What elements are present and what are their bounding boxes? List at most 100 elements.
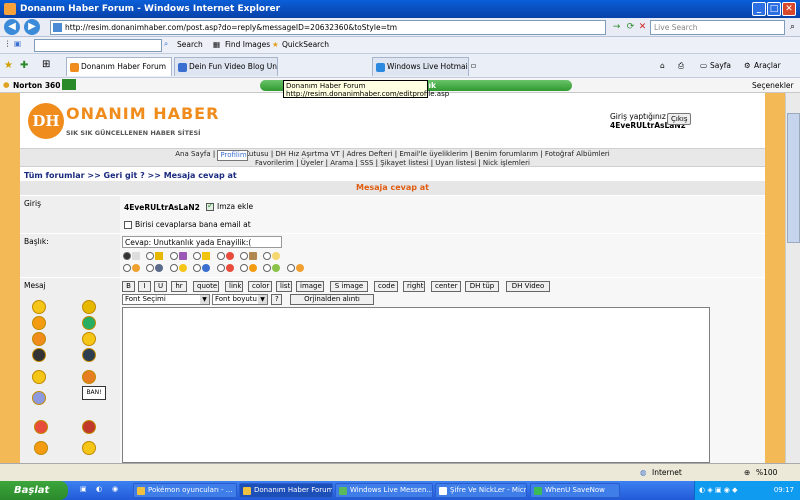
breadcrumb-back[interactable]: >> Geri git ? bbox=[87, 171, 144, 180]
logout-button[interactable]: Çıkış bbox=[667, 113, 692, 125]
back-button[interactable]: ◀ bbox=[4, 19, 20, 35]
smiley-hat-icon[interactable] bbox=[32, 348, 46, 362]
menu-item-oc-db[interactable]: DH Hız Aşırtma VT bbox=[275, 150, 339, 158]
menu-item-members[interactable]: Üyeler bbox=[301, 159, 324, 167]
post-icon-radio[interactable] bbox=[193, 264, 202, 272]
quote-button[interactable]: quote bbox=[193, 281, 219, 292]
post-icon-radio[interactable] bbox=[146, 264, 155, 272]
post-icon-radio[interactable] bbox=[263, 252, 272, 260]
menu-item-complaints[interactable]: Şikayet listesi bbox=[380, 159, 428, 167]
subject-input[interactable]: Cevap: Unutkanlık yada Enayilik:( bbox=[122, 236, 282, 248]
add-favorites-icon[interactable]: ✚ bbox=[20, 60, 28, 71]
quicklaunch-icon[interactable]: ◉ bbox=[112, 485, 118, 493]
post-icon-radio[interactable] bbox=[123, 264, 131, 272]
breadcrumb-all-forums[interactable]: Tüm forumlar bbox=[24, 171, 85, 180]
favorites-star-icon[interactable]: ★ bbox=[4, 60, 13, 71]
site-logo[interactable]: DH ONANIM HABER SIK SIK GÜNCELLENEN HABE… bbox=[28, 99, 218, 143]
post-icon-radio[interactable] bbox=[146, 252, 155, 260]
page-scrollbar[interactable] bbox=[785, 93, 800, 463]
smiley-grin-icon[interactable] bbox=[32, 332, 46, 346]
menu-item-address-book[interactable]: Adres Defteri bbox=[347, 150, 393, 158]
post-icon-radio[interactable] bbox=[239, 252, 248, 260]
font-size-select[interactable]: Font boyutu ▼ bbox=[212, 294, 268, 305]
post-icon-radio[interactable] bbox=[123, 252, 131, 260]
task-whenu[interactable]: WhenU SaveNow bbox=[530, 483, 620, 498]
start-button[interactable]: Başlat bbox=[0, 481, 68, 500]
zoom-level[interactable]: %100 bbox=[756, 468, 777, 477]
notify-option[interactable]: Birisi cevaplarsa bana email at bbox=[124, 220, 251, 229]
dh-video-button[interactable]: DH Video bbox=[506, 281, 550, 292]
forward-button[interactable]: ▶ bbox=[24, 19, 40, 35]
italic-button[interactable]: I bbox=[138, 281, 151, 292]
smiley-happy-icon[interactable] bbox=[32, 300, 46, 314]
post-icon-radio[interactable] bbox=[216, 252, 225, 260]
toolbar-search-button[interactable]: Search bbox=[177, 40, 203, 49]
underline-button[interactable]: U bbox=[154, 281, 167, 292]
task-word[interactable]: Şifre Ve NickLer - Micr... bbox=[435, 483, 527, 498]
tab-hotmail[interactable]: Windows Live Hotmail bbox=[372, 57, 469, 76]
menu-item-faq[interactable]: SSS bbox=[360, 159, 373, 167]
tools-menu[interactable]: Araçlar bbox=[754, 61, 781, 70]
s-image-button[interactable]: S image bbox=[330, 281, 368, 292]
smiley-stars-icon[interactable] bbox=[82, 370, 96, 384]
menu-item-email-subs[interactable]: Email'le üyeliklerim bbox=[399, 150, 468, 158]
link-button[interactable]: link bbox=[225, 281, 243, 292]
task-pokemon[interactable]: Pokémon oyuncuları - ... bbox=[133, 483, 237, 498]
smiley-thumb-icon[interactable] bbox=[32, 370, 46, 384]
post-icon-radio[interactable] bbox=[239, 264, 248, 272]
minimize-button[interactable]: _ bbox=[752, 2, 766, 16]
post-icon-radio[interactable] bbox=[193, 252, 202, 260]
task-donanim-haber[interactable]: Donanım Haber Forum... bbox=[239, 483, 333, 498]
options-menu[interactable]: Seçenekler bbox=[752, 81, 794, 90]
smiley-devil-icon[interactable] bbox=[32, 316, 46, 330]
smiley-ninja-icon[interactable] bbox=[82, 348, 96, 362]
notify-checkbox[interactable] bbox=[124, 221, 132, 229]
image-button[interactable]: image bbox=[296, 281, 324, 292]
quick-tabs-icon[interactable]: ⊞ bbox=[42, 59, 50, 70]
post-icon-radio[interactable] bbox=[169, 252, 178, 260]
menu-item-profile[interactable]: Profilim bbox=[217, 150, 248, 161]
find-images-button[interactable]: Find Images bbox=[225, 40, 270, 49]
new-tab-icon[interactable]: ▫ bbox=[471, 61, 476, 70]
tray-icons[interactable]: ◐ ◈ ▣ ◉ ◆ bbox=[699, 481, 738, 500]
search-icon[interactable]: ⌕ bbox=[786, 21, 799, 34]
original-quote-button[interactable]: Orjinalden alıntı bbox=[290, 294, 374, 305]
live-search-input[interactable]: Live Search bbox=[650, 20, 785, 35]
stop-icon[interactable]: ✕ bbox=[636, 21, 649, 34]
menu-item-favorites[interactable]: Favorilerim bbox=[255, 159, 294, 167]
smiley-mad-icon[interactable] bbox=[82, 420, 96, 434]
signature-option[interactable]: Imza ekle bbox=[206, 201, 253, 211]
tab-fun-video[interactable]: Dein Fun Video Blog Unf Unf ... bbox=[174, 57, 278, 76]
color-button[interactable]: color bbox=[248, 281, 272, 292]
smiley-cool-icon[interactable] bbox=[82, 300, 96, 314]
address-input[interactable]: http://resim.donanimhaber.com/post.asp?d… bbox=[50, 20, 606, 35]
toolbar-search-input[interactable] bbox=[34, 39, 162, 52]
signature-checkbox[interactable] bbox=[206, 201, 214, 211]
menu-item-search[interactable]: Arama bbox=[330, 159, 353, 167]
quicklaunch-icon[interactable]: ▣ bbox=[80, 485, 87, 493]
monitor-icon[interactable] bbox=[62, 79, 76, 90]
smiley-angry-icon[interactable] bbox=[34, 420, 48, 434]
scrollbar-thumb[interactable] bbox=[787, 113, 800, 243]
quicksearch-button[interactable]: QuickSearch bbox=[282, 40, 329, 49]
norton-label[interactable]: Norton 360 bbox=[13, 81, 60, 90]
task-messenger[interactable]: Windows Live Messen... bbox=[335, 483, 433, 498]
home-icon[interactable]: ⌂ bbox=[660, 61, 665, 70]
post-icon-radio[interactable] bbox=[263, 264, 272, 272]
yahoo-icon[interactable]: ▣ bbox=[14, 39, 21, 48]
post-icon-radio[interactable] bbox=[216, 264, 225, 272]
font-select[interactable]: Font Seçimi ▼ bbox=[122, 294, 210, 305]
center-button[interactable]: center bbox=[431, 281, 461, 292]
smiley-smile-icon[interactable] bbox=[82, 332, 96, 346]
print-icon[interactable]: ⎙ bbox=[678, 61, 684, 71]
code-button[interactable]: code bbox=[374, 281, 398, 292]
post-icon-radio[interactable] bbox=[169, 264, 178, 272]
close-button[interactable]: ✕ bbox=[782, 2, 796, 16]
post-icon-radio[interactable] bbox=[286, 264, 295, 272]
bold-button[interactable]: B bbox=[122, 281, 135, 292]
quicklaunch-icon[interactable]: ◐ bbox=[96, 485, 102, 493]
ban-sign-smiley[interactable]: BAN! bbox=[82, 386, 106, 400]
smiley-blue-icon[interactable] bbox=[32, 391, 46, 405]
tab-donanim-haber[interactable]: Donanım Haber Forum bbox=[66, 57, 172, 76]
smiley-shout-icon[interactable] bbox=[34, 441, 48, 455]
